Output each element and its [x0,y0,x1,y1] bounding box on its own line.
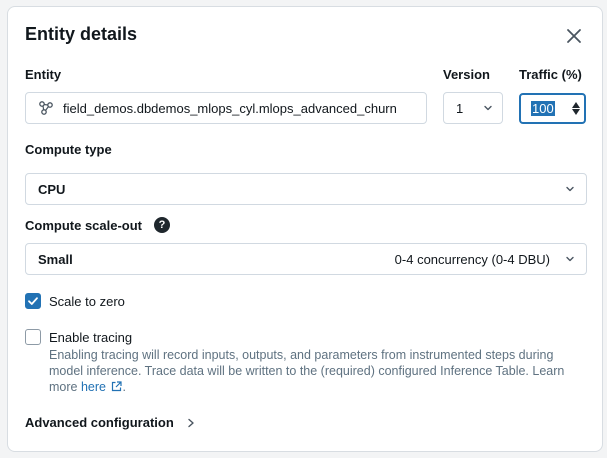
compute-scale-out-select[interactable]: Small 0-4 concurrency (0-4 DBU) [25,243,587,275]
model-icon [39,101,53,115]
tracing-description-suffix: . [122,380,126,394]
external-link-icon[interactable] [111,381,123,392]
enable-tracing-label[interactable]: Enable tracing [49,330,132,345]
scale-to-zero-label[interactable]: Scale to zero [49,294,125,309]
chevron-down-icon [484,105,492,111]
advanced-configuration-label[interactable]: Advanced configuration [25,415,174,430]
compute-type-value: CPU [38,181,66,197]
dialog-title: Entity details [25,24,138,44]
entity-value: field_demos.dbdemos_mlops_cyl.mlops_adva… [63,100,397,116]
compute-type-select[interactable]: CPU [25,173,587,205]
scale-out-detail: 0-4 concurrency (0-4 DBU) [394,251,550,267]
version-value: 1 [456,100,464,116]
close-button[interactable] [564,26,584,46]
traffic-input[interactable]: 100 [519,93,586,124]
checkmark-icon [28,297,38,305]
chevron-down-icon [566,256,574,262]
advanced-configuration-toggle[interactable]: Advanced configuration [25,415,196,430]
scale-out-value: Small [38,251,73,267]
traffic-value: 100 [531,101,555,116]
entity-label: Entity [25,67,62,82]
help-icon[interactable]: ? [154,217,170,233]
learn-more-link[interactable]: here [81,380,123,394]
caret-down-icon[interactable] [572,109,580,115]
close-icon [567,29,581,43]
chevron-right-icon[interactable] [186,417,196,429]
chevron-down-icon [566,186,574,192]
enable-tracing-checkbox[interactable] [25,329,41,345]
learn-more-link-text[interactable]: here [81,380,106,394]
scale-to-zero-checkbox[interactable] [25,293,41,309]
traffic-stepper[interactable] [572,102,580,115]
version-label: Version [443,67,490,82]
traffic-label: Traffic (%) [519,67,582,82]
compute-type-label: Compute type [25,142,112,157]
tracing-description-text: Enabling tracing will record inputs, out… [49,348,565,394]
compute-scale-out-label: Compute scale-out [25,218,143,233]
entity-details-panel: Entity details Entity Version Traffic (%… [7,6,603,452]
version-select[interactable]: 1 [443,92,503,124]
entity-field[interactable]: field_demos.dbdemos_mlops_cyl.mlops_adva… [25,92,427,124]
caret-up-icon[interactable] [572,102,580,108]
tracing-description: Enabling tracing will record inputs, out… [49,347,584,395]
